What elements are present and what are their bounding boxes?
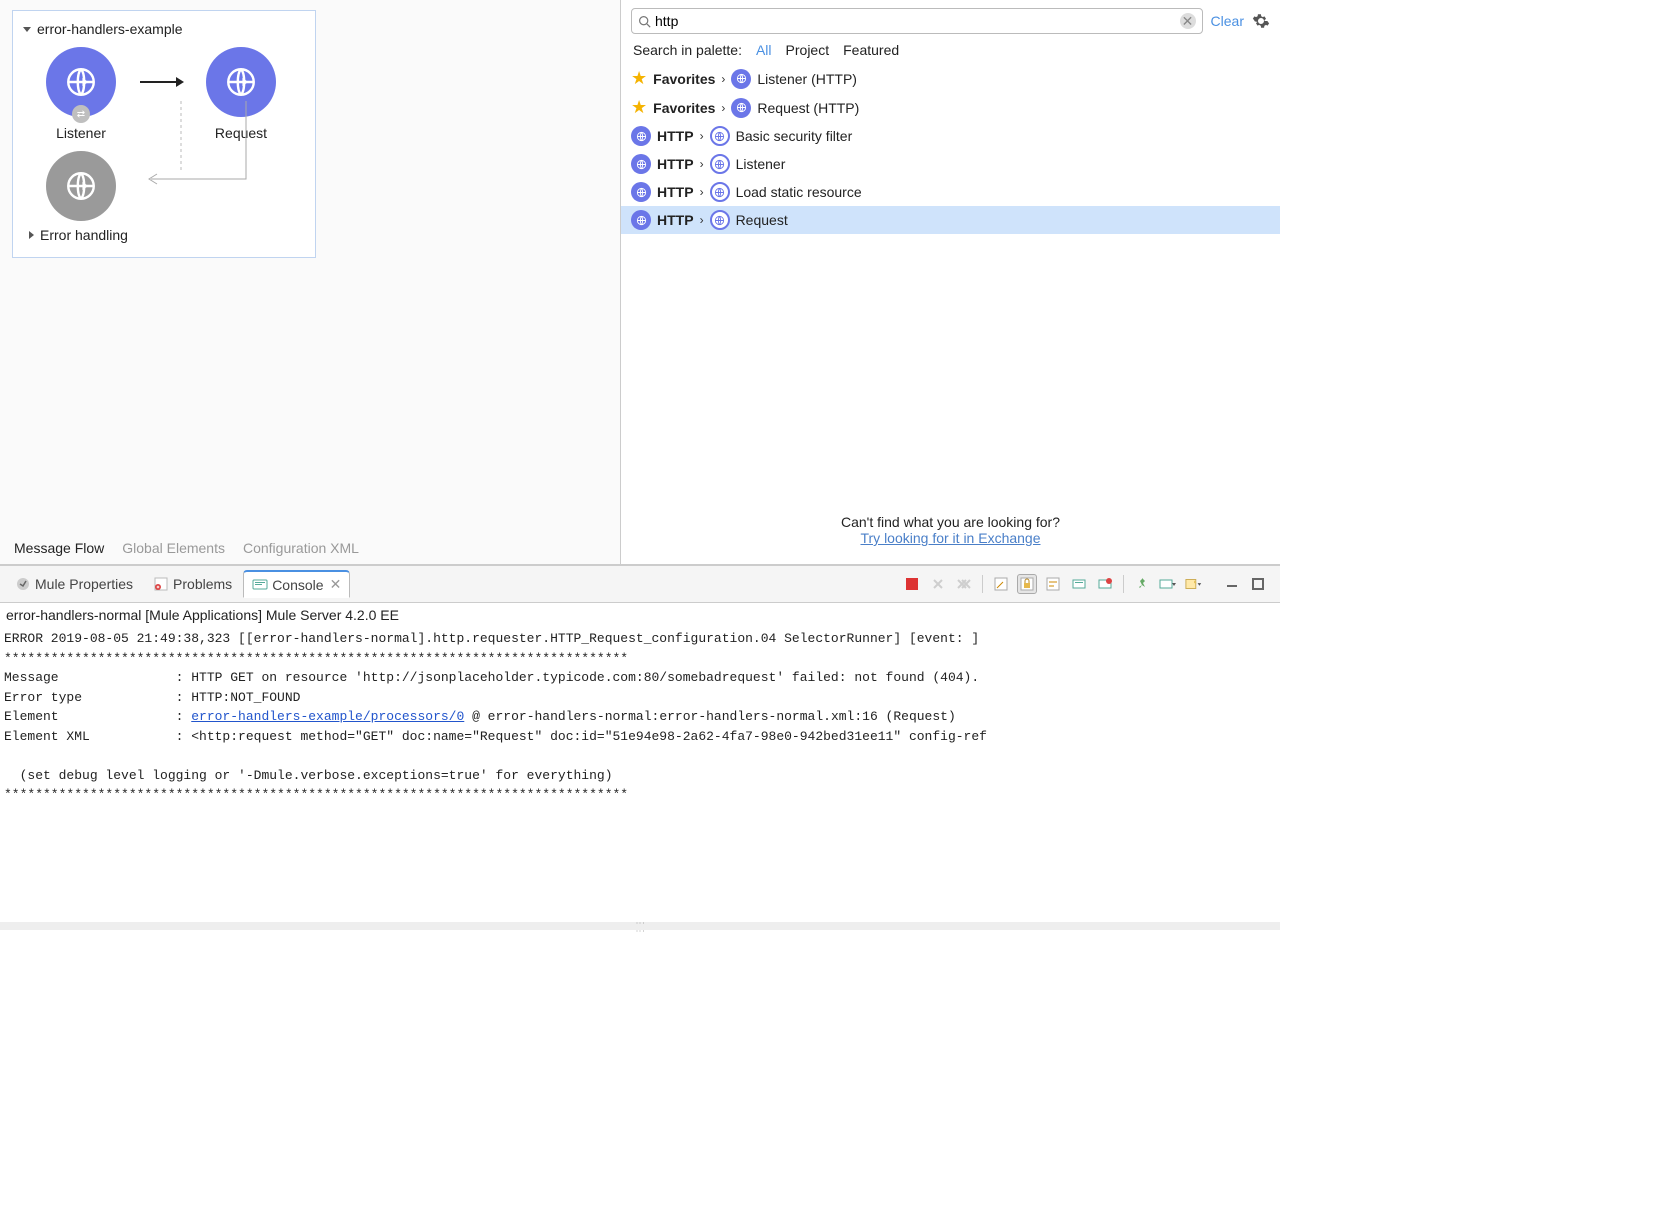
palette-item[interactable]: ★ Favorites › Request (HTTP) [621, 93, 1280, 122]
palette-category: Favorites [653, 100, 715, 116]
filter-project[interactable]: Project [786, 42, 830, 58]
clear-console-button[interactable] [991, 574, 1011, 594]
palette-item-label: Listener [736, 156, 786, 172]
palette-category: Favorites [653, 71, 715, 87]
palette-category: HTTP [657, 156, 694, 172]
operation-icon [731, 98, 751, 118]
canvas-tab-bar: Message Flow Global Elements Configurati… [0, 532, 620, 564]
show-console-button[interactable] [1069, 574, 1089, 594]
remove-all-button[interactable] [954, 574, 974, 594]
connector-icon [631, 126, 651, 146]
connector-icon [631, 154, 651, 174]
globe-icon: ⇄ [46, 47, 116, 117]
palette-category: HTTP [657, 128, 694, 144]
operation-icon [710, 210, 730, 230]
word-wrap-button[interactable] [1043, 574, 1063, 594]
operation-icon [710, 154, 730, 174]
clear-search-link[interactable]: Clear [1211, 13, 1244, 29]
tab-configuration-xml[interactable]: Configuration XML [243, 540, 359, 556]
listener-label: Listener [56, 125, 106, 141]
flow-arrow [131, 47, 191, 89]
connector-icon [631, 182, 651, 202]
message-flow-canvas: error-handlers-example ⇄ Listener [0, 0, 620, 564]
tab-mule-properties[interactable]: Mule Properties [6, 571, 142, 597]
operation-icon [731, 69, 751, 89]
tab-global-elements[interactable]: Global Elements [122, 540, 225, 556]
palette-item-label: Request (HTTP) [757, 100, 859, 116]
terminate-button[interactable] [902, 574, 922, 594]
console-run-header: error-handlers-normal [Mule Applications… [0, 603, 1280, 627]
chevron-right-icon: › [721, 72, 725, 86]
properties-icon [15, 576, 31, 592]
palette-footer: Can't find what you are looking for? Try… [621, 506, 1280, 564]
listener-node[interactable]: ⇄ Listener [31, 47, 131, 141]
palette-search-input[interactable] [651, 13, 1180, 29]
view-tabbar: Mule Properties Problems Console ✕ [0, 566, 1280, 602]
palette-item-label: Listener (HTTP) [757, 71, 857, 87]
console-output[interactable]: ERROR 2019-08-05 21:49:38,323 [[error-ha… [0, 627, 1280, 815]
chevron-right-icon: › [700, 185, 704, 199]
chevron-right-icon: › [721, 101, 725, 115]
palette-item[interactable]: HTTP › Load static resource [621, 178, 1280, 206]
maximize-view-button[interactable] [1248, 574, 1268, 594]
minimize-view-button[interactable] [1222, 574, 1242, 594]
error-handling-section[interactable]: Error handling [21, 221, 307, 249]
new-console-menu[interactable] [1184, 574, 1204, 594]
problems-icon [153, 576, 169, 592]
sash-handle[interactable] [0, 922, 1280, 930]
filter-all[interactable]: All [756, 42, 772, 58]
filter-label: Search in palette: [633, 42, 742, 58]
scroll-lock-button[interactable] [1017, 574, 1037, 594]
gear-icon[interactable] [1252, 12, 1270, 30]
tab-problems[interactable]: Problems [144, 571, 241, 597]
open-console-menu[interactable] [1158, 574, 1178, 594]
display-selected-button[interactable] [1095, 574, 1115, 594]
console-toolbar [902, 574, 1274, 594]
operation-icon [710, 182, 730, 202]
chevron-right-icon: › [700, 213, 704, 227]
chevron-right-icon: › [700, 129, 704, 143]
tab-console[interactable]: Console ✕ [243, 570, 350, 598]
operation-icon [710, 126, 730, 146]
ghost-node[interactable] [31, 151, 131, 221]
palette-filter-row: Search in palette: All Project Featured [621, 38, 1280, 64]
filter-featured[interactable]: Featured [843, 42, 899, 58]
star-icon: ★ [631, 68, 647, 89]
help-text: Can't find what you are looking for? [621, 514, 1280, 530]
collapse-toggle-icon[interactable] [23, 27, 31, 32]
flow-title-row[interactable]: error-handlers-example [21, 17, 307, 47]
console-element-link[interactable]: error-handlers-example/processors/0 [191, 709, 464, 724]
palette-search-box[interactable]: ✕ [631, 8, 1203, 34]
palette-item-label: Request [736, 212, 788, 228]
flow-container[interactable]: error-handlers-example ⇄ Listener [12, 10, 316, 258]
search-icon [638, 15, 651, 28]
palette-category: HTTP [657, 184, 694, 200]
error-handling-label: Error handling [40, 227, 128, 243]
clear-search-icon[interactable]: ✕ [1180, 13, 1196, 29]
pin-console-button[interactable] [1132, 574, 1152, 594]
star-icon: ★ [631, 97, 647, 118]
mule-palette: ✕ Clear Search in palette: All Project F… [620, 0, 1280, 564]
palette-item[interactable]: ★ Favorites › Listener (HTTP) [621, 64, 1280, 93]
exchange-badge-icon: ⇄ [72, 105, 90, 123]
palette-item[interactable]: HTTP › Request [621, 206, 1280, 234]
connector-icon [631, 210, 651, 230]
bottom-panel: Mule Properties Problems Console ✕ [0, 565, 1280, 930]
close-tab-icon[interactable]: ✕ [330, 576, 342, 593]
palette-category: HTTP [657, 212, 694, 228]
globe-icon [46, 151, 116, 221]
flow-title: error-handlers-example [37, 21, 183, 37]
palette-item[interactable]: HTTP › Basic security filter [621, 122, 1280, 150]
palette-item-label: Basic security filter [736, 128, 853, 144]
console-icon [252, 577, 268, 593]
expand-toggle-icon[interactable] [29, 231, 34, 239]
tab-message-flow[interactable]: Message Flow [14, 540, 104, 556]
chevron-right-icon: › [700, 157, 704, 171]
palette-item-label: Load static resource [736, 184, 862, 200]
remove-launch-button[interactable] [928, 574, 948, 594]
exchange-link[interactable]: Try looking for it in Exchange [860, 530, 1040, 546]
canvas-area[interactable]: error-handlers-example ⇄ Listener [0, 0, 620, 532]
palette-results: ★ Favorites › Listener (HTTP)★ Favorites… [621, 64, 1280, 506]
palette-item[interactable]: HTTP › Listener [621, 150, 1280, 178]
